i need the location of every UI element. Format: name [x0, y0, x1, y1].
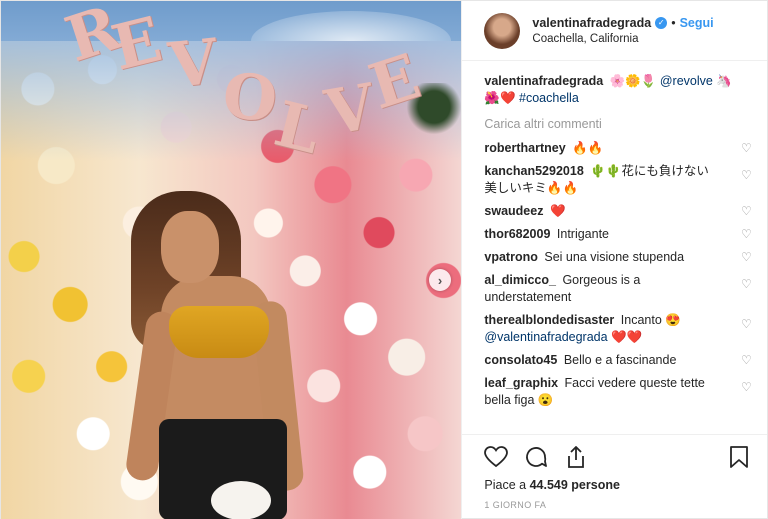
caption: valentinafradegrada 🌸🌼🌷 @revolve 🦄 🌺❤️ #… — [484, 73, 739, 107]
comment-username[interactable]: consolato45 — [484, 353, 557, 367]
location-link[interactable]: Coachella, California — [532, 31, 713, 47]
comment-username[interactable]: roberthartney — [484, 141, 565, 155]
comment-text: 🔥🔥 — [572, 141, 604, 155]
avatar[interactable] — [484, 12, 521, 49]
comment: swaudeez ❤️ ♡ — [484, 203, 751, 220]
caption-emojis: 🦄 — [716, 74, 732, 88]
like-comment-heart-icon[interactable]: ♡ — [741, 228, 753, 240]
comment-text: Intrigante — [556, 227, 610, 241]
action-bar — [462, 434, 767, 478]
like-comment-heart-icon[interactable]: ♡ — [741, 169, 753, 181]
share-icon[interactable] — [562, 443, 590, 471]
header-username[interactable]: valentinafradegrada — [532, 15, 651, 31]
caption-emojis: 🌺❤️ — [484, 91, 516, 105]
comment-username[interactable]: therealblondedisaster — [484, 313, 614, 327]
comment-icon[interactable] — [522, 443, 550, 471]
comment-text: Incanto 😍 — [620, 313, 681, 327]
comment-text: Sei una visione stupenda — [544, 250, 685, 264]
post-photo[interactable]: R E V O L V E › — [1, 1, 462, 519]
comment-mention[interactable]: @valentinafradegrada — [484, 330, 607, 344]
comment-text: Bello e a fascinande — [563, 353, 677, 367]
comment: leaf_graphix Facci vedere queste tette b… — [484, 375, 751, 409]
comment: roberthartney 🔥🔥 ♡ — [484, 140, 751, 157]
like-comment-heart-icon[interactable]: ♡ — [741, 278, 753, 290]
post-header: valentinafradegrada ✓ • Segui Coachella,… — [462, 1, 767, 61]
next-photo-button[interactable]: › — [429, 269, 451, 291]
chevron-right-icon: › — [437, 272, 443, 288]
comment: thor682009 Intrigante ♡ — [484, 226, 751, 243]
instagram-post: R E V O L V E › valentinafradegrada ✓ • … — [0, 0, 768, 519]
comment-username[interactable]: al_dimicco_ — [484, 273, 556, 287]
comment: al_dimicco_ Gorgeous is a understatement… — [484, 272, 751, 306]
verified-badge-icon: ✓ — [655, 16, 668, 29]
heart-icon[interactable] — [482, 443, 510, 471]
sign-letter: O — [219, 58, 281, 137]
comment: kanchan5292018 🌵🌵花にも負けない美しいキミ🔥🔥 ♡ — [484, 163, 751, 197]
follow-button[interactable]: Segui — [680, 15, 714, 31]
like-comment-heart-icon[interactable]: ♡ — [741, 205, 753, 217]
load-more-comments[interactable]: Carica altri commenti — [484, 117, 739, 131]
caption-emojis: 🌸🌼🌷 — [609, 74, 657, 88]
person — [121, 191, 326, 519]
comment-text: ❤️❤️ — [611, 330, 643, 344]
caption-mention[interactable]: @revolve — [660, 74, 713, 88]
sign-letter: V — [165, 24, 221, 103]
like-comment-heart-icon[interactable]: ♡ — [741, 142, 753, 154]
caption-hashtag[interactable]: #coachella — [519, 91, 579, 105]
likes-count[interactable]: Piace a 44.549 persone — [462, 478, 767, 492]
like-comment-heart-icon[interactable]: ♡ — [741, 318, 753, 330]
comment-username[interactable]: swaudeez — [484, 204, 543, 218]
comment-username[interactable]: leaf_graphix — [484, 376, 558, 390]
comment: vpatrono Sei una visione stupenda ♡ — [484, 249, 751, 266]
comment: consolato45 Bello e a fascinande ♡ — [484, 352, 751, 369]
likes-number: 44.549 — [529, 478, 568, 492]
bookmark-icon[interactable] — [725, 443, 753, 471]
like-comment-heart-icon[interactable]: ♡ — [741, 251, 753, 263]
comment-username[interactable]: kanchan5292018 — [484, 164, 583, 178]
caption-username[interactable]: valentinafradegrada — [484, 74, 603, 88]
like-comment-heart-icon[interactable]: ♡ — [741, 381, 753, 393]
comment: therealblondedisaster Incanto 😍 @valenti… — [484, 312, 751, 346]
like-comment-heart-icon[interactable]: ♡ — [741, 354, 753, 366]
comment-username[interactable]: thor682009 — [484, 227, 550, 241]
post-side-panel: valentinafradegrada ✓ • Segui Coachella,… — [461, 1, 767, 519]
post-date: 1 GIORNO FA — [484, 500, 547, 510]
comments-section[interactable]: valentinafradegrada 🌸🌼🌷 @revolve 🦄 🌺❤️ #… — [462, 61, 767, 434]
comment-text: ❤️ — [549, 204, 566, 218]
separator: • — [671, 15, 676, 30]
comment-username[interactable]: vpatrono — [484, 250, 537, 264]
